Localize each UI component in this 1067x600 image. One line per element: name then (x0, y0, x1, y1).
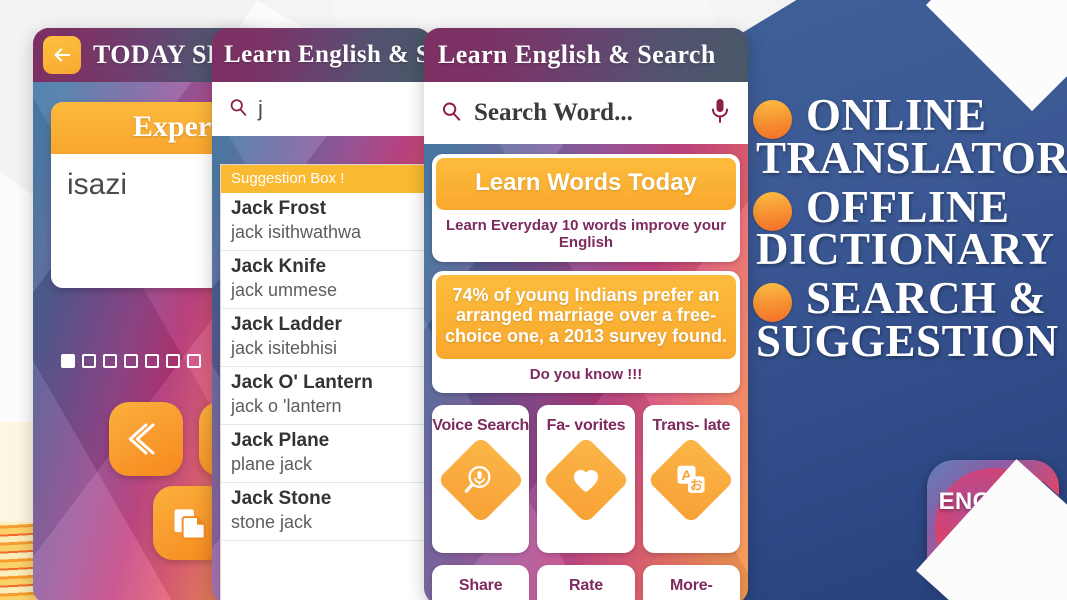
microphone-icon[interactable] (708, 96, 732, 131)
suggestion-word: Jack Ladder (231, 314, 342, 335)
suggestion-translation: stone jack (231, 512, 313, 532)
tile-favorites[interactable]: Fa- vorites (537, 404, 635, 553)
tile-label: Share (458, 576, 503, 594)
feature-tile-grid-row1: Voice Search Fa- vorites Trans- late A お (432, 404, 740, 553)
suggestion-box-header: Suggestion Box ! (221, 165, 432, 193)
mid-search-bar[interactable]: j (212, 82, 432, 136)
svg-text:お: お (690, 477, 703, 492)
promo-feature-item: OFFLINE DICTIONARY (753, 184, 1067, 272)
promo-feature-text: ONLINE TRANSLATOR (756, 93, 1067, 181)
phone-screen-suggestions: Learn English & Search j Suggestion Box … (212, 28, 432, 600)
suggestion-word: Jack Frost (231, 198, 327, 219)
tile-label: More- (670, 576, 713, 594)
suggestion-item[interactable]: Jack Frost jack isithwathwa (221, 193, 432, 251)
suggestion-box: Suggestion Box ! Jack Frost jack isithwa… (220, 164, 432, 600)
page-dot[interactable] (187, 354, 201, 368)
promo-panel: ONLINE TRANSLATOR OFFLINE DICTIONARY SEA… (737, 0, 1067, 600)
promo-card-learn[interactable]: Learn Words Today Learn Everyday 10 word… (432, 154, 740, 262)
voice-search-icon (436, 435, 525, 524)
suggestion-item[interactable]: Jack Plane plane jack (221, 425, 432, 483)
promo-feature-text: SEARCH & SUGGESTION (756, 276, 1059, 364)
translate-icon: A お (647, 435, 736, 524)
page-indicator[interactable] (61, 354, 201, 368)
suggestion-translation: jack isithwathwa (231, 222, 362, 242)
page-dot[interactable] (166, 354, 180, 368)
promo-card-fact[interactable]: 74% of young Indians prefer an arranged … (432, 270, 740, 393)
tile-rate[interactable]: Rate (537, 564, 635, 600)
heart-icon (542, 435, 630, 524)
home-content: Learn Words Today Learn Everyday 10 word… (424, 144, 748, 600)
tile-voice-search[interactable]: Voice Search (432, 404, 530, 553)
feature-tile-grid-row2: Share Rate More- (432, 564, 740, 600)
tile-translate[interactable]: Trans- late A お (642, 404, 740, 553)
page-dot[interactable] (61, 354, 75, 368)
search-input[interactable]: Search Word... (474, 99, 708, 127)
tile-label: Rate (569, 576, 603, 594)
promo-feature-item: SEARCH & SUGGESTION (753, 276, 1067, 364)
phone-screen-home: Learn English & Search Search Word... Le… (424, 28, 748, 600)
promo-feature-text: OFFLINE DICTIONARY (756, 184, 1054, 272)
promo-learn-subtitle: Learn Everyday 10 words improve your Eng… (445, 217, 727, 252)
search-icon (228, 97, 248, 122)
page-dot[interactable] (82, 354, 96, 368)
tile-share[interactable]: Share (432, 564, 530, 600)
search-input[interactable]: j (258, 96, 263, 122)
suggestion-translation: plane jack (231, 454, 313, 474)
suggestion-translation: jack o 'lantern (231, 396, 342, 416)
suggestion-item[interactable]: Jack Knife jack ummese (221, 251, 432, 309)
tile-more[interactable]: More- (642, 564, 740, 600)
suggestion-item[interactable]: Jack O' Lantern jack o 'lantern (221, 367, 432, 425)
page-dot[interactable] (145, 354, 159, 368)
chevron-left-icon[interactable] (109, 402, 183, 476)
suggestion-word: Jack Plane (231, 430, 330, 451)
suggestion-item[interactable]: Jack Stone stone jack (221, 483, 432, 541)
suggestion-word: Jack O' Lantern (231, 372, 373, 393)
suggestion-word: Jack Stone (231, 488, 332, 509)
promo-feature-line2: SUGGESTION (756, 315, 1059, 366)
tile-label: Voice Search (432, 416, 530, 434)
tile-label: Trans- late (652, 416, 731, 434)
promo-feature-line2: DICTIONARY (756, 224, 1055, 275)
page-dot[interactable] (124, 354, 138, 368)
promo-feature-list: ONLINE TRANSLATOR OFFLINE DICTIONARY SEA… (753, 93, 1067, 369)
screenshot-stage: ONLINE TRANSLATOR OFFLINE DICTIONARY SEA… (0, 0, 1067, 600)
page-dot[interactable] (103, 354, 117, 368)
mid-page-title: Learn English & Search (224, 41, 432, 68)
mid-app-bar: Learn English & Search (212, 28, 432, 82)
arrow-left-icon[interactable] (43, 36, 81, 74)
home-search-bar[interactable]: Search Word... (424, 82, 748, 144)
search-icon (440, 100, 462, 127)
suggestion-translation: jack isitebhisi (231, 338, 338, 358)
suggestion-item[interactable]: Jack Ladder jack isitebhisi (221, 309, 432, 367)
promo-fact-text: 74% of young Indians prefer an arranged … (436, 274, 736, 359)
home-page-title: Learn English & Search (438, 40, 716, 69)
promo-feature-item: ONLINE TRANSLATOR (753, 93, 1067, 181)
promo-learn-title: Learn Words Today (436, 158, 736, 210)
suggestion-word: Jack Knife (231, 256, 327, 277)
tile-label: Fa- vorites (546, 416, 626, 434)
suggestion-translation: jack ummese (231, 280, 338, 300)
promo-feature-line2: TRANSLATOR (756, 132, 1067, 183)
home-app-bar: Learn English & Search (424, 28, 748, 82)
promo-fact-caption: Do you know !!! (529, 365, 643, 383)
